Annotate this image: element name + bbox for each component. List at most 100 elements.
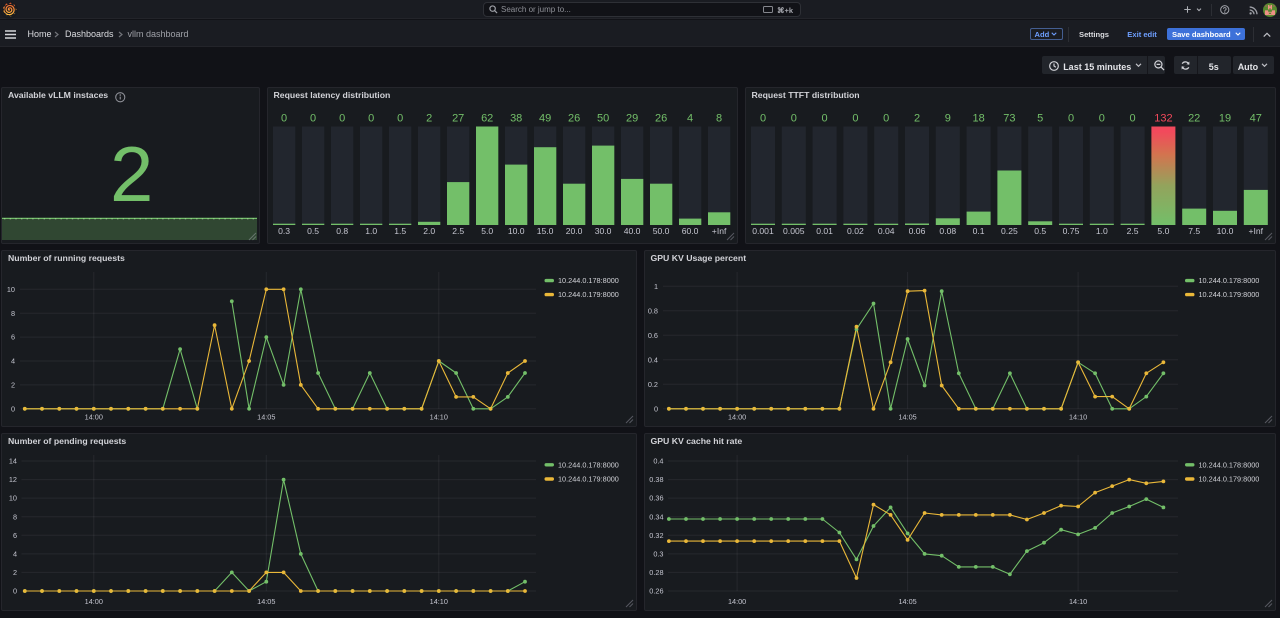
svg-text:1.0: 1.0 xyxy=(365,226,377,236)
svg-text:0: 0 xyxy=(852,113,858,125)
svg-text:18: 18 xyxy=(972,113,984,125)
svg-text:0.8: 0.8 xyxy=(336,226,348,236)
svg-text:0.6: 0.6 xyxy=(647,331,657,340)
svg-text:10.244.0.179:8000: 10.244.0.179:8000 xyxy=(558,475,619,484)
svg-text:2.0: 2.0 xyxy=(423,226,435,236)
svg-text:0.5: 0.5 xyxy=(307,226,319,236)
svg-text:2: 2 xyxy=(11,381,15,390)
svg-text:7.5: 7.5 xyxy=(1188,226,1200,236)
svg-text:0: 0 xyxy=(883,113,889,125)
svg-text:0: 0 xyxy=(821,113,827,125)
svg-text:14:00: 14:00 xyxy=(727,597,745,606)
svg-text:8: 8 xyxy=(13,512,17,521)
svg-text:0.32: 0.32 xyxy=(649,531,663,540)
svg-text:30.0: 30.0 xyxy=(594,226,611,236)
svg-text:0.2: 0.2 xyxy=(647,380,657,389)
svg-text:14:10: 14:10 xyxy=(430,412,448,421)
svg-text:4: 4 xyxy=(687,113,693,125)
svg-text:0.04: 0.04 xyxy=(877,226,894,236)
svg-text:0.02: 0.02 xyxy=(847,226,864,236)
svg-text:0: 0 xyxy=(368,113,374,125)
svg-text:29: 29 xyxy=(625,113,637,125)
svg-text:0.1: 0.1 xyxy=(972,226,984,236)
svg-text:0: 0 xyxy=(1098,113,1104,125)
svg-text:0.3: 0.3 xyxy=(653,550,663,559)
svg-text:0.4: 0.4 xyxy=(653,457,663,466)
svg-text:0.38: 0.38 xyxy=(649,475,663,484)
svg-text:38: 38 xyxy=(510,113,522,125)
svg-text:14:05: 14:05 xyxy=(898,597,916,606)
svg-text:0: 0 xyxy=(281,113,287,125)
svg-text:0.75: 0.75 xyxy=(1062,226,1079,236)
svg-text:14:00: 14:00 xyxy=(85,412,103,421)
svg-text:5.0: 5.0 xyxy=(1157,226,1169,236)
svg-text:27: 27 xyxy=(452,113,464,125)
svg-text:20.0: 20.0 xyxy=(565,226,582,236)
svg-text:9: 9 xyxy=(944,113,950,125)
svg-text:14:00: 14:00 xyxy=(85,597,103,606)
svg-text:2: 2 xyxy=(13,568,17,577)
svg-text:49: 49 xyxy=(538,113,550,125)
svg-text:10.244.0.179:8000: 10.244.0.179:8000 xyxy=(558,290,619,299)
svg-text:10.0: 10.0 xyxy=(1216,226,1233,236)
svg-text:8: 8 xyxy=(11,309,15,318)
svg-text:0.001: 0.001 xyxy=(752,226,774,236)
svg-text:0.8: 0.8 xyxy=(647,306,657,315)
svg-text:0.4: 0.4 xyxy=(647,355,657,364)
svg-text:5.0: 5.0 xyxy=(481,226,493,236)
svg-text:0: 0 xyxy=(11,404,15,413)
svg-text:0.5: 0.5 xyxy=(1034,226,1046,236)
svg-text:12: 12 xyxy=(9,475,17,484)
svg-text:14:10: 14:10 xyxy=(1068,597,1086,606)
svg-text:47: 47 xyxy=(1249,113,1261,125)
svg-text:14:05: 14:05 xyxy=(257,412,275,421)
svg-text:14:10: 14:10 xyxy=(430,597,448,606)
svg-text:50.0: 50.0 xyxy=(652,226,669,236)
svg-text:8: 8 xyxy=(716,113,722,125)
svg-text:60.0: 60.0 xyxy=(681,226,698,236)
svg-text:0: 0 xyxy=(790,113,796,125)
svg-text:10.244.0.179:8000: 10.244.0.179:8000 xyxy=(1198,475,1259,484)
svg-text:0.06: 0.06 xyxy=(908,226,925,236)
svg-text:2: 2 xyxy=(426,113,432,125)
svg-text:10: 10 xyxy=(9,494,17,503)
svg-text:10.0: 10.0 xyxy=(507,226,524,236)
svg-text:4: 4 xyxy=(13,550,17,559)
svg-text:10.244.0.178:8000: 10.244.0.178:8000 xyxy=(1198,276,1259,285)
svg-text:5: 5 xyxy=(1037,113,1043,125)
svg-text:10.244.0.179:8000: 10.244.0.179:8000 xyxy=(1198,290,1259,299)
svg-text:2.5: 2.5 xyxy=(452,226,464,236)
svg-text:0: 0 xyxy=(759,113,765,125)
svg-text:26: 26 xyxy=(567,113,579,125)
svg-text:0: 0 xyxy=(653,404,657,413)
svg-text:0.3: 0.3 xyxy=(278,226,290,236)
svg-text:14: 14 xyxy=(9,457,17,466)
svg-text:0: 0 xyxy=(397,113,403,125)
svg-text:0: 0 xyxy=(13,587,17,596)
svg-text:73: 73 xyxy=(1003,113,1015,125)
svg-text:15.0: 15.0 xyxy=(536,226,553,236)
svg-text:26: 26 xyxy=(654,113,666,125)
svg-text:10.244.0.178:8000: 10.244.0.178:8000 xyxy=(558,460,619,469)
svg-text:14:00: 14:00 xyxy=(727,412,745,421)
svg-text:6: 6 xyxy=(11,333,15,342)
svg-text:2.5: 2.5 xyxy=(1126,226,1138,236)
svg-text:50: 50 xyxy=(596,113,608,125)
svg-text:0.28: 0.28 xyxy=(649,568,663,577)
svg-text:0.005: 0.005 xyxy=(783,226,805,236)
svg-text:0: 0 xyxy=(339,113,345,125)
svg-text:0.34: 0.34 xyxy=(649,512,663,521)
svg-text:62: 62 xyxy=(481,113,493,125)
svg-text:10: 10 xyxy=(7,285,15,294)
svg-text:0: 0 xyxy=(1067,113,1073,125)
svg-text:0: 0 xyxy=(310,113,316,125)
svg-text:22: 22 xyxy=(1188,113,1200,125)
svg-text:0.26: 0.26 xyxy=(649,587,663,596)
svg-text:19: 19 xyxy=(1218,113,1230,125)
svg-text:4: 4 xyxy=(11,357,15,366)
svg-text:+Inf: +Inf xyxy=(1248,226,1263,236)
svg-text:14:05: 14:05 xyxy=(898,412,916,421)
svg-text:0.25: 0.25 xyxy=(1001,226,1018,236)
svg-text:40.0: 40.0 xyxy=(623,226,640,236)
svg-text:10.244.0.178:8000: 10.244.0.178:8000 xyxy=(558,276,619,285)
